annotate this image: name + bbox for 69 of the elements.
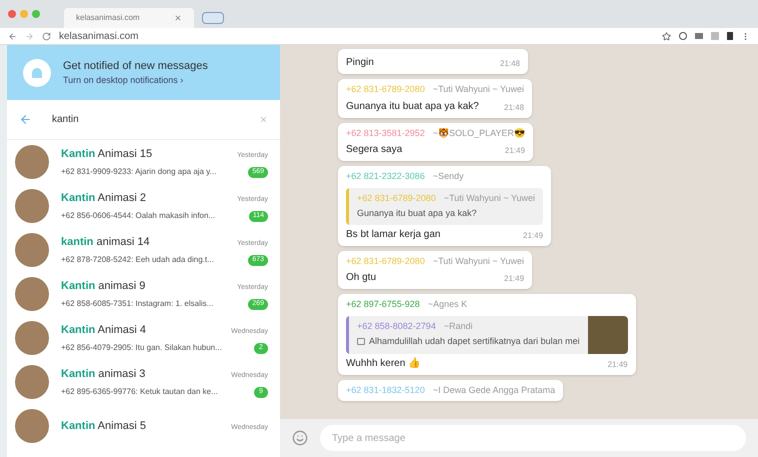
- quoted-phone: +62 858-8082-2794: [357, 320, 436, 332]
- quoted-message[interactable]: +62 858-8082-2794 ~Randi Alhamdulillah udah dapet sertifikatnya dari bulan mei: [346, 316, 628, 354]
- message-text: Pingin: [346, 56, 374, 70]
- sender-name: ~Tuti Wahyuni ~ Yuwei: [432, 83, 524, 96]
- sender-phone: +62 831-1832-5120: [346, 384, 425, 396]
- avatar-placeholder: [15, 277, 49, 311]
- quoted-name: ~Tuti Wahyuni ~ Yuwei: [444, 192, 536, 205]
- avatar-placeholder: [15, 233, 49, 267]
- message-time: 21:48: [500, 58, 520, 70]
- chat-preview: +62 878-7208-5242: Eeh udah ada ding.t...: [61, 254, 214, 266]
- quoted-text: Alhamdulillah udah dapet sertifikatnya dari bulan mei: [369, 335, 580, 348]
- chat-name: Kantin Animasi 2: [61, 190, 146, 206]
- emoji-icon[interactable]: [292, 430, 308, 446]
- chat-name: Kantin Animasi 4: [61, 322, 146, 338]
- avatar-placeholder: [15, 145, 49, 179]
- sender-phone: +62 897-6755-928: [346, 298, 420, 311]
- message-time: 21:48: [504, 102, 524, 114]
- photo-placeholder: [588, 316, 628, 354]
- notification-link[interactable]: Turn on desktop notifications ›: [63, 74, 208, 88]
- quoted-message[interactable]: +62 831-6789-2080 ~Tuti Wahyuni ~ Yuwei Gunanya itu buat apa ya kak?: [346, 188, 544, 224]
- avatar-placeholder: [15, 189, 49, 223]
- search-field[interactable]: kantin: [52, 112, 239, 127]
- message-time: 21:49: [504, 273, 524, 285]
- chat-name: Kantin animasi 3: [61, 366, 146, 382]
- avatar-placeholder: [15, 321, 49, 355]
- chat-name: Kantin Animasi 5: [61, 418, 146, 434]
- avatar-placeholder: [15, 409, 49, 443]
- star-icon[interactable]: [662, 32, 671, 40]
- back-arrow-icon[interactable]: [8, 32, 17, 40]
- new-tab-button[interactable]: [202, 12, 224, 24]
- sender-name: ~I Dewa Gede Angga Pratama: [432, 384, 556, 397]
- chat-preview: +62 895-6365-99776: Ketuk tautan dan ke...: [61, 386, 218, 398]
- quoted-text: Gunanya itu buat apa ya kak?: [357, 207, 477, 220]
- sender-name: ~Sendy: [432, 170, 464, 183]
- message-time: 21:49: [504, 145, 525, 157]
- close-icon[interactable]: [174, 14, 182, 22]
- sender-phone: +62 831-6789-2080: [346, 254, 425, 268]
- reload-icon[interactable]: [42, 32, 51, 40]
- avatar-placeholder: [15, 365, 49, 399]
- chat-preview: +62 858-6085-7351: Instagram: 1. elsalis...: [61, 298, 214, 310]
- message-text: Wuhhh keren 👍: [346, 356, 420, 370]
- sender-name: ~Agnes K: [428, 298, 468, 311]
- message-text: Segera saya: [346, 143, 402, 157]
- sender-phone: +62 821-2322-3086: [346, 170, 425, 183]
- message-field[interactable]: Type a message: [320, 425, 746, 451]
- message-time: 21:49: [608, 358, 628, 370]
- chat-preview: +62 856-0606-4544: Oalah makasih infon...: [61, 210, 216, 222]
- chat-name: Kantin animasi 9: [61, 278, 146, 294]
- message-text: Oh gtu: [346, 271, 376, 285]
- sender-phone: +62 813-3581-2952: [346, 126, 425, 140]
- sender-name: ~🐯SOLO_PLAYER😎: [432, 126, 525, 140]
- notification-banner[interactable]: Get notified of new messages Turn on desktop notifications ›: [7, 45, 280, 100]
- chat-preview: +62 856-4079-2905: Itu gan. Silakan hubun...: [61, 342, 222, 354]
- chat-name: kantin animasi 14: [61, 234, 150, 250]
- back-arrow-icon[interactable]: [19, 113, 32, 126]
- chat-preview: +62 831-9909-9233: Ajarin dong apa aja y...: [61, 166, 216, 178]
- message-time: 21:49: [523, 230, 544, 242]
- quoted-name: ~Randi: [444, 320, 473, 332]
- chat-name: Kantin Animasi 15: [61, 146, 152, 162]
- browser-tab[interactable]: kelasanimasi.com: [64, 8, 194, 28]
- clear-icon[interactable]: [259, 115, 268, 124]
- notification-title: Get notified of new messages: [63, 58, 208, 74]
- message-text: Gunanya itu buat apa ya kak?: [346, 100, 479, 114]
- quoted-phone: +62 831-6789-2080: [357, 192, 436, 204]
- sender-phone: +62 831-6789-2080: [346, 83, 425, 96]
- message-text: Bs bt lamar kerja gan: [346, 228, 440, 242]
- sender-name: ~Tuti Wahyuni ~ Yuwei: [432, 254, 524, 268]
- photo-icon: [357, 338, 365, 346]
- forward-arrow-icon[interactable]: [25, 32, 34, 40]
